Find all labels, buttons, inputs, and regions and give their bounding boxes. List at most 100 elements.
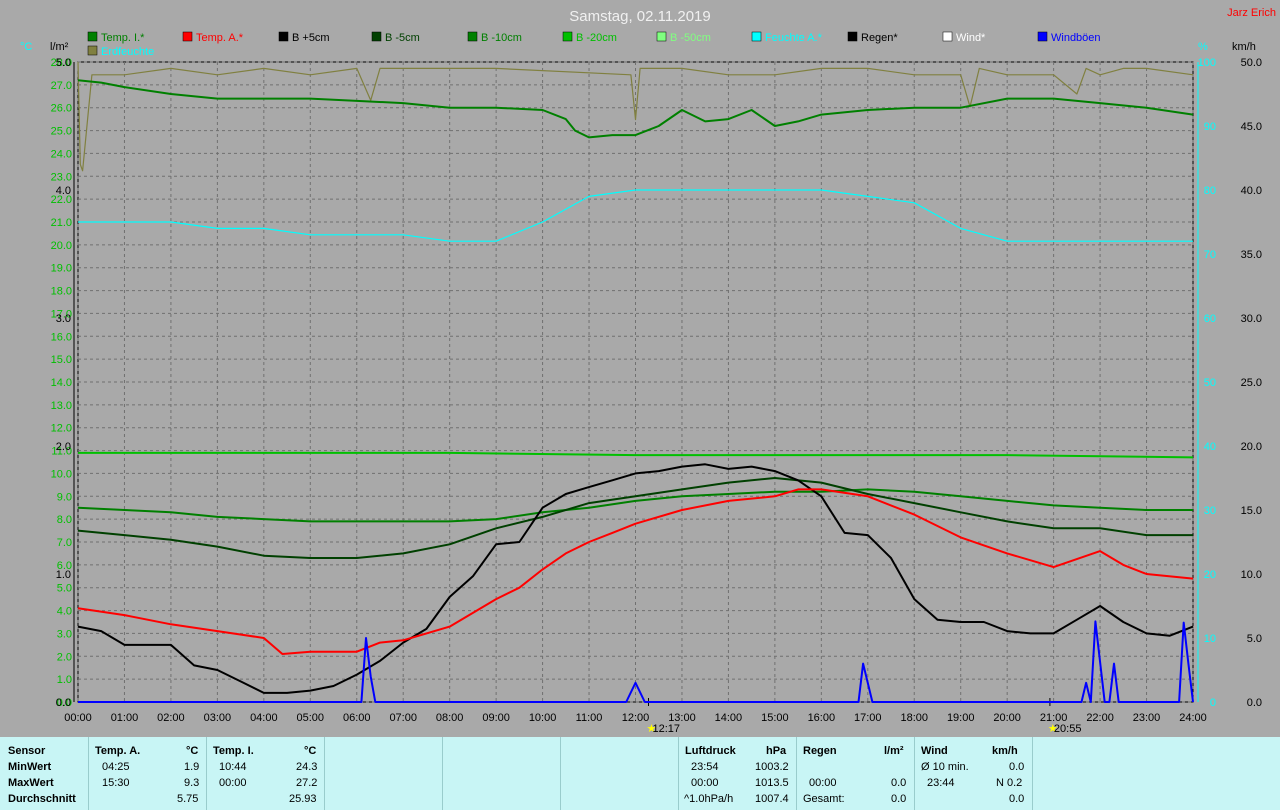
temp-i-header: Temp. I. <box>213 745 254 757</box>
x-tick: 08:00 <box>436 712 464 724</box>
legend-label: Temp. I.* <box>101 32 145 44</box>
y-tick-pct: 100 <box>1198 57 1216 69</box>
x-tick: 23:00 <box>1133 712 1161 724</box>
rain-max-value: 0.0 <box>891 777 907 789</box>
temp-a-max-value: 9.3 <box>184 777 200 789</box>
x-tick: 18:00 <box>900 712 928 724</box>
y-tick-temp: 26.0 <box>51 103 72 115</box>
max-label: MaxWert <box>8 777 54 789</box>
y-tick-temp: 20.0 <box>51 240 72 252</box>
right-wind-unit: km/h <box>1232 41 1256 53</box>
legend-label: B -20cm <box>576 32 617 44</box>
y-tick-temp: 12.0 <box>51 423 72 435</box>
rain-max-time: 00:00 <box>809 777 837 789</box>
y-tick-temp: 24.0 <box>51 148 72 160</box>
pressure-min-value: 1003.2 <box>755 761 789 773</box>
y-tick-temp: 7.0 <box>57 537 72 549</box>
y-tick-temp: 25.0 <box>51 126 72 138</box>
x-tick: 14:00 <box>715 712 743 724</box>
y-tick-temp: 10.0 <box>51 468 72 480</box>
y-tick-pct: 50 <box>1204 377 1216 389</box>
x-tick: 00:00 <box>64 712 92 724</box>
legend-label: B -50cm <box>670 32 711 44</box>
y-tick-pct: 20 <box>1204 569 1216 581</box>
y-tick-pct: 90 <box>1204 121 1216 133</box>
legend-swatch <box>87 31 98 42</box>
legend-label: Wind* <box>956 32 986 44</box>
legend-swatch <box>942 31 953 42</box>
divider <box>678 737 679 810</box>
y-tick-temp: 21.0 <box>51 217 72 229</box>
divider <box>206 737 207 810</box>
y-tick-wind: 5.0 <box>1247 633 1262 645</box>
left-rain-unit: l/m² <box>50 41 69 53</box>
x-tick: 17:00 <box>854 712 882 724</box>
time-marker-label: 20:55 <box>1054 723 1082 735</box>
legend-swatch <box>467 31 478 42</box>
temp-i-min-value: 24.3 <box>296 761 318 773</box>
avg-label: Durchschnitt <box>8 793 76 805</box>
x-tick: 10:00 <box>529 712 557 724</box>
divider <box>324 737 325 810</box>
wind-max-value: N 0.2 <box>996 777 1023 789</box>
y-tick-temp: 8.0 <box>57 514 72 526</box>
pressure-max-value: 1013.5 <box>755 777 789 789</box>
wind-total: 0.0 <box>1009 793 1025 805</box>
y-tick-temp: 23.0 <box>51 171 72 183</box>
wind-avg-value: 0.0 <box>1009 761 1025 773</box>
y-tick-temp: 5.0 <box>57 583 72 595</box>
pressure-min-time: 23:54 <box>691 761 719 773</box>
y-tick-rain: 5.0 <box>56 57 71 69</box>
y-tick-rain: 0.0 <box>56 697 71 709</box>
legend-label: Erdfeuchte <box>101 46 154 58</box>
y-tick-wind: 30.0 <box>1241 313 1262 325</box>
legend-swatch <box>87 45 98 56</box>
legend-label: Regen* <box>861 32 898 44</box>
x-tick: 01:00 <box>111 712 139 724</box>
y-tick-temp: 15.0 <box>51 354 72 366</box>
legend-label: Windböen <box>1051 32 1101 44</box>
y-tick-wind: 0.0 <box>1247 697 1262 709</box>
y-tick-wind: 45.0 <box>1241 121 1262 133</box>
x-tick: 12:00 <box>622 712 650 724</box>
temp-i-avg: 25.93 <box>289 793 317 805</box>
pressure-unit: hPa <box>766 745 787 757</box>
legend-label: Feuchte A.* <box>765 32 823 44</box>
legend-swatch <box>562 31 573 42</box>
x-tick: 03:00 <box>204 712 232 724</box>
temp-i-max-time: 00:00 <box>219 777 247 789</box>
x-tick: 04:00 <box>250 712 278 724</box>
rain-total-label: Gesamt: <box>803 793 845 805</box>
y-tick-wind: 20.0 <box>1241 441 1262 453</box>
legend-swatch <box>371 31 382 42</box>
pressure-trend-label: ^1.0hPa/h <box>684 793 734 805</box>
temp-i-min-time: 10:44 <box>219 761 247 773</box>
x-tick: 06:00 <box>343 712 371 724</box>
y-tick-temp: 19.0 <box>51 263 72 275</box>
y-tick-wind: 10.0 <box>1241 569 1262 581</box>
temp-a-min-value: 1.9 <box>184 761 200 773</box>
legend-swatch <box>182 31 193 42</box>
y-tick-temp: 2.0 <box>57 651 72 663</box>
y-tick-wind: 35.0 <box>1241 249 1262 261</box>
y-tick-temp: 1.0 <box>57 674 72 686</box>
y-tick-pct: 80 <box>1204 185 1216 197</box>
y-tick-temp: 18.0 <box>51 286 72 298</box>
pressure-avg: 1007.4 <box>755 793 789 805</box>
y-tick-temp: 4.0 <box>57 606 72 618</box>
temp-a-header: Temp. A. <box>95 745 141 757</box>
y-tick-rain: 2.0 <box>56 441 71 453</box>
min-label: MinWert <box>8 761 52 773</box>
wind-avg-label: Ø 10 min. <box>921 761 969 773</box>
y-tick-temp: 14.0 <box>51 377 72 389</box>
x-tick: 24:00 <box>1179 712 1207 724</box>
legend-label: B +5cm <box>292 32 330 44</box>
x-tick: 02:00 <box>157 712 185 724</box>
legend-label: Temp. A.* <box>196 32 244 44</box>
legend-swatch <box>278 31 289 42</box>
left-temp-unit: °C <box>20 41 32 53</box>
y-tick-temp: 9.0 <box>57 491 72 503</box>
y-tick-wind: 25.0 <box>1241 377 1262 389</box>
y-tick-wind: 50.0 <box>1241 57 1262 69</box>
y-tick-wind: 15.0 <box>1241 505 1262 517</box>
